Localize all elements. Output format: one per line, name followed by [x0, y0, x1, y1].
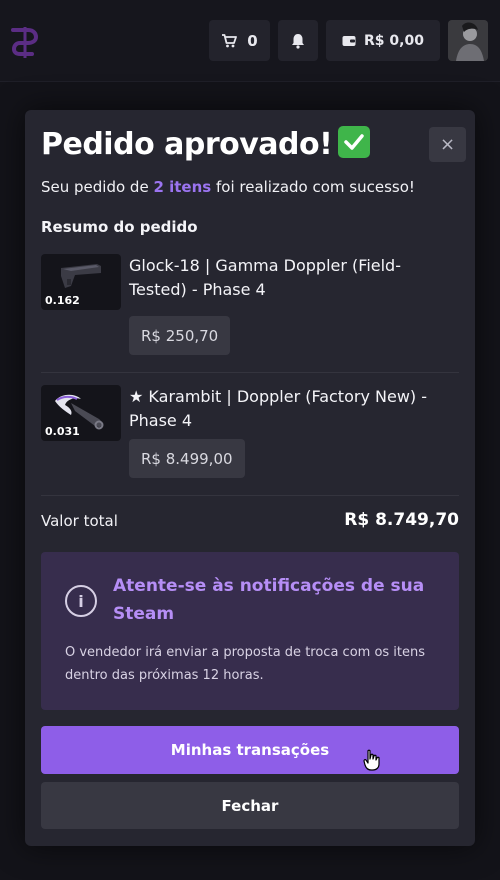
wallet-button[interactable]: R$ 0,00 — [326, 20, 440, 61]
notice-text: O vendedor irá enviar a proposta de troc… — [65, 645, 426, 683]
close-modal-button[interactable]: Fechar — [41, 782, 459, 829]
divider — [41, 495, 459, 496]
my-transactions-button[interactable]: Minhas transações — [41, 726, 459, 774]
site-logo[interactable] — [10, 24, 40, 60]
modal-title-text: Pedido aprovado! — [41, 127, 333, 162]
order-item[interactable]: 0.162 Glock-18 | Gamma Doppler (Field-Te… — [41, 254, 459, 355]
hand-cursor-icon — [363, 749, 380, 771]
subtitle-suffix: foi realizado com sucesso! — [211, 178, 415, 196]
wallet-balance: R$ 0,00 — [364, 32, 424, 49]
check-mark-icon — [338, 126, 371, 158]
item-float: 0.031 — [45, 425, 80, 438]
user-avatar[interactable] — [448, 20, 488, 61]
bell-icon — [292, 33, 304, 49]
item-price: R$ 250,70 — [129, 316, 231, 355]
divider — [41, 372, 459, 373]
wallet-icon — [342, 35, 356, 46]
top-navbar: 0 R$ 0,00 — [0, 0, 500, 82]
total-value: R$ 8.749,70 — [344, 510, 459, 530]
cart-button[interactable]: 0 — [209, 20, 270, 61]
notifications-button[interactable] — [278, 20, 318, 61]
order-approved-modal: Pedido aprovado! × Seu pedido de 2 itens… — [25, 110, 475, 846]
steam-notice: i Atente-se às notificações de sua Steam… — [41, 552, 459, 710]
cart-count: 0 — [247, 31, 258, 50]
items-count: 2 itens — [153, 178, 212, 196]
subtitle-prefix: Seu pedido de — [41, 178, 154, 196]
close-button[interactable]: × — [429, 127, 466, 162]
item-price: R$ 8.499,00 — [129, 439, 245, 478]
item-float: 0.162 — [45, 294, 80, 307]
item-thumbnail: 0.031 — [41, 385, 121, 441]
item-name: Glock-18 | Gamma Doppler (Field-Tested) … — [129, 256, 401, 299]
item-thumbnail: 0.162 — [41, 254, 121, 310]
item-name: ★ Karambit | Doppler (Factory New) - Pha… — [129, 387, 427, 430]
order-item[interactable]: 0.031 ★ Karambit | Doppler (Factory New)… — [41, 385, 459, 485]
order-summary-title: Resumo do pedido — [41, 218, 198, 236]
modal-subtitle: Seu pedido de 2 itens foi realizado com … — [41, 178, 415, 196]
info-icon: i — [65, 585, 97, 617]
cart-icon — [222, 33, 238, 47]
modal-title: Pedido aprovado! — [41, 126, 371, 162]
notice-title: Atente-se às notificações de sua Steam — [113, 576, 425, 624]
total-label: Valor total — [41, 512, 118, 530]
